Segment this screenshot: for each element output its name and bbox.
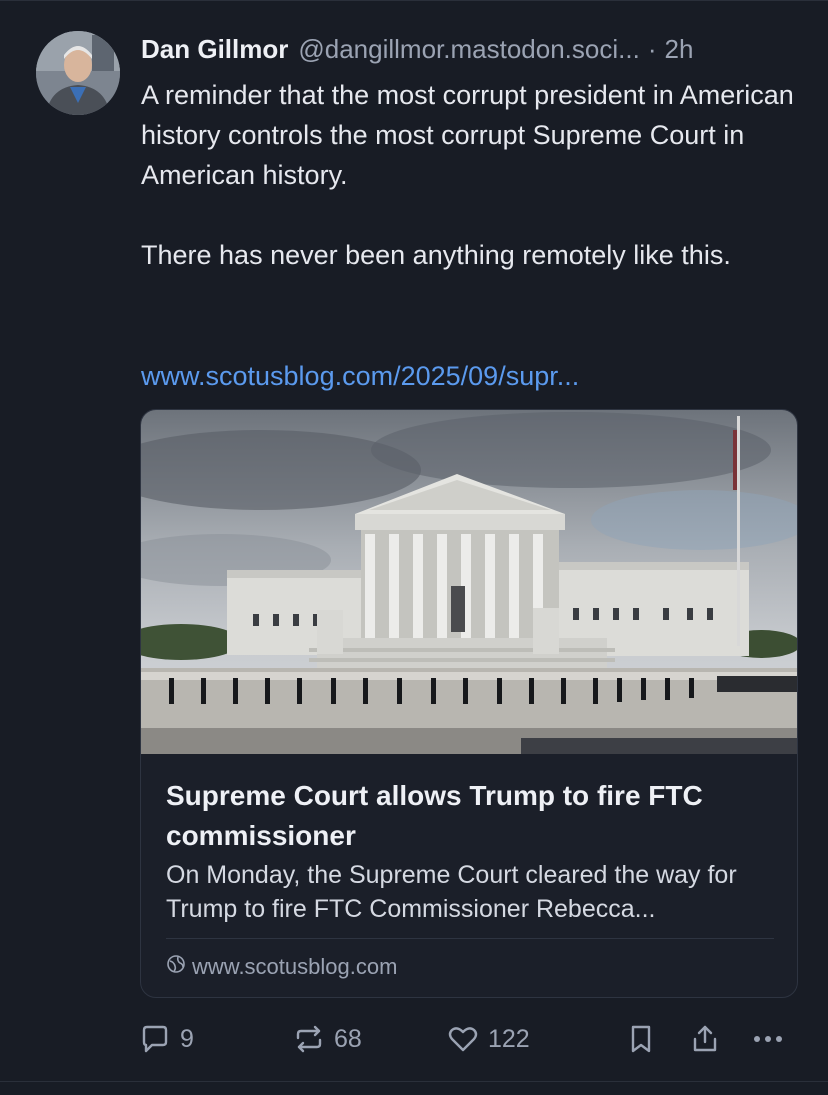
post-paragraph: A reminder that the most corrupt preside… <box>141 80 794 190</box>
link-preview-title[interactable]: Supreme Court allows Trump to fire FTC c… <box>166 776 776 856</box>
bookmark-button[interactable] <box>624 1017 658 1061</box>
link-preview-source[interactable]: www.scotusblog.com <box>166 952 397 982</box>
repost-count: 68 <box>334 1024 362 1053</box>
reply-button[interactable]: 9 <box>138 1017 194 1061</box>
more-options-button[interactable] <box>750 1017 786 1061</box>
repost-icon <box>292 1022 326 1056</box>
separator-dot: · <box>647 34 657 64</box>
link-preview-domain: www.scotusblog.com <box>192 954 398 979</box>
like-count: 122 <box>488 1024 530 1053</box>
post-paragraph: There has never been anything remotely l… <box>141 240 731 270</box>
post-time[interactable]: 2h <box>664 33 693 65</box>
share-button[interactable] <box>688 1017 722 1061</box>
share-icon <box>688 1022 722 1056</box>
bookmark-icon <box>624 1022 658 1056</box>
reply-count: 9 <box>180 1024 194 1053</box>
globe-icon <box>166 954 192 980</box>
like-icon <box>446 1022 480 1056</box>
repost-button[interactable]: 68 <box>292 1017 362 1061</box>
reply-icon <box>138 1022 172 1056</box>
avatar-image <box>36 31 120 115</box>
post-link[interactable]: www.scotusblog.com/2025/09/supr... <box>141 356 579 396</box>
post-divider <box>0 1081 828 1082</box>
post-header: Dan Gillmor @dangillmor.mastodon.soci...… <box>141 31 801 67</box>
post: Dan Gillmor @dangillmor.mastodon.soci...… <box>0 0 828 1095</box>
post-body: A reminder that the most corrupt preside… <box>141 75 801 275</box>
card-divider <box>166 938 774 939</box>
link-preview-description: On Monday, the Supreme Court cleared the… <box>166 861 737 923</box>
link-preview-card[interactable]: Supreme Court allows Trump to fire FTC c… <box>140 409 798 998</box>
like-button[interactable]: 122 <box>446 1017 530 1061</box>
author-handle[interactable]: @dangillmor.mastodon.soci... <box>298 33 639 65</box>
author-name[interactable]: Dan Gillmor <box>141 33 288 65</box>
post-actions: 9 68 122 <box>138 1017 798 1061</box>
link-preview-image <box>141 410 797 754</box>
more-icon <box>750 1022 786 1056</box>
avatar[interactable] <box>36 31 120 115</box>
